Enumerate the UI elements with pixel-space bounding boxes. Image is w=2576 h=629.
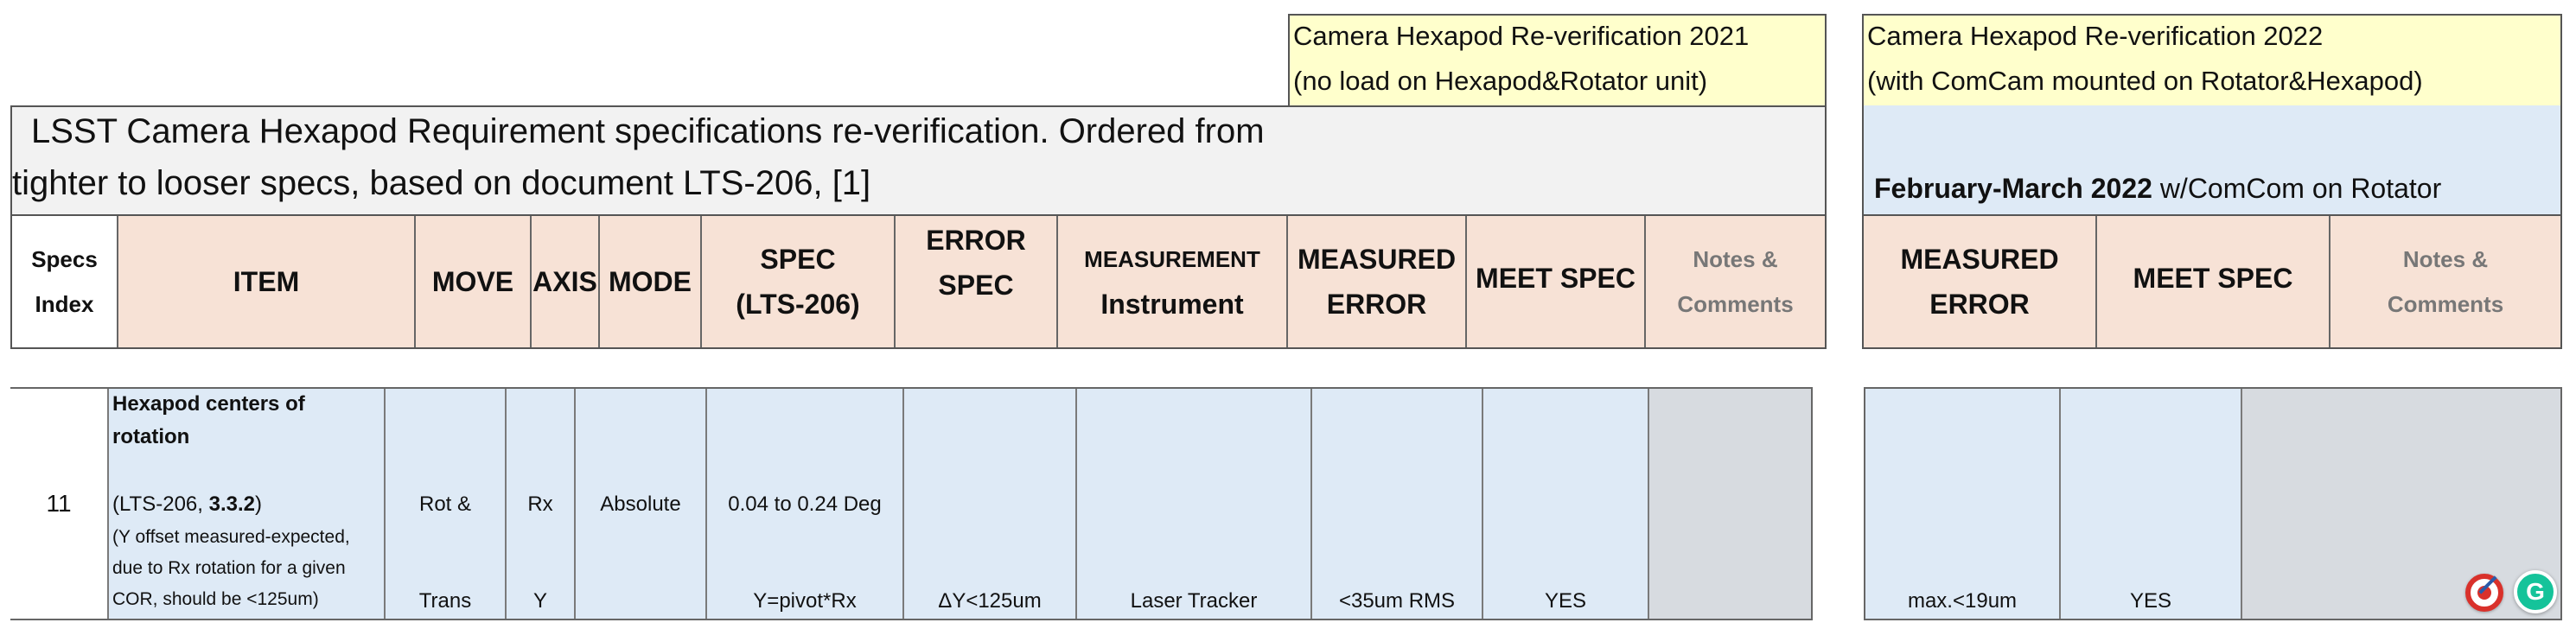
row-item-ref-pre: (LTS-206, [112, 492, 209, 516]
main-title: LSST Camera Hexapod Requirement specific… [10, 105, 1827, 216]
header-mode: MODE [600, 216, 702, 347]
header-move: MOVE [416, 216, 532, 347]
header-spec-l2: (LTS-206) [736, 289, 860, 320]
row-meet-spec-2021: YES [1483, 389, 1649, 619]
header-error-spec-l1: ERROR [926, 225, 1026, 256]
row-move-1: Rot & [418, 492, 472, 516]
header-notes-2021-l2: Comments [1677, 291, 1794, 317]
date-banner-bold: February-March 2022 [1874, 173, 2152, 204]
row-axis: Rx Y [507, 389, 576, 619]
row-item-title-2: rotation [112, 425, 190, 448]
row-mode-text: Absolute [600, 492, 681, 516]
header-axis: AXIS [532, 216, 600, 347]
group-2022-line2: (with ComCam mounted on Rotator&Hexapod) [1867, 66, 2423, 96]
header-notes-2022-l2: Comments [2387, 291, 2504, 317]
row-item-ref: (LTS-206, 3.3.2) [112, 492, 262, 517]
header-specs-index: Specs Index [12, 216, 118, 347]
row-instrument-text: Laser Tracker [1130, 589, 1258, 613]
row-item-ref-post: ) [255, 492, 262, 516]
group-2022-line1: Camera Hexapod Re-verification 2022 [1867, 21, 2324, 51]
row-notes-2021 [1649, 389, 1811, 619]
row-spec: 0.04 to 0.24 Deg Y=pivot*Rx [707, 389, 904, 619]
row-item-note-1: (Y offset measured-expected, [112, 527, 350, 547]
row-move-2: Trans [418, 589, 472, 613]
row-item-title-1: Hexapod centers of [112, 392, 305, 416]
row-meet-spec-2022: YES [2061, 389, 2242, 619]
row-item-ref-bold: 3.3.2 [208, 492, 255, 516]
row-index: 11 [10, 389, 109, 619]
header-notes-2021-l1: Notes & [1693, 246, 1778, 272]
header-measured-error-2021-l1: MEASURED [1297, 244, 1457, 275]
row-measured-error-2022: max.<19um [1865, 389, 2061, 619]
header-meet-spec-2021: MEET SPEC [1467, 216, 1646, 347]
header-measured-error-2021: MEASURED ERROR [1288, 216, 1467, 347]
row-instrument: Laser Tracker [1077, 389, 1312, 619]
row-measured-error-2021: <35um RMS [1312, 389, 1483, 619]
header-measured-error-2021-l2: ERROR [1326, 289, 1427, 320]
header-error-spec-l2: SPEC [938, 270, 1014, 301]
date-banner: February-March 2022 w/ComCom on Rotator [1862, 105, 2562, 216]
row-item-note-3: COR, should be <125um) [112, 589, 319, 609]
header-error-spec: ERROR SPEC [896, 216, 1058, 347]
row-move: Rot & Trans [386, 389, 507, 619]
group-2021-line1: Camera Hexapod Re-verification 2021 [1293, 21, 1750, 51]
row-axis-2: Y [532, 589, 547, 613]
row-error-spec: ΔY<125um [904, 389, 1077, 619]
row-spec-2: Y=pivot*Rx [753, 589, 857, 613]
header-measurement-l1: MEASUREMENT [1084, 246, 1260, 272]
date-banner-text: February-March 2022 w/ComCom on Rotator [1874, 173, 2441, 205]
header-spec-l1: SPEC [760, 244, 836, 275]
target-icon[interactable] [2465, 574, 2503, 612]
grammarly-icon[interactable]: G [2514, 570, 2557, 613]
header-notes-2022: Notes & Comments [2331, 216, 2560, 347]
header-measurement: MEASUREMENT Instrument [1058, 216, 1288, 347]
row-measured-error-2021-text: <35um RMS [1338, 589, 1456, 613]
header-notes-2021: Notes & Comments [1646, 216, 1825, 347]
header-specs-index-l1: Specs [31, 246, 98, 272]
row-meet-spec-2021-text: YES [1544, 589, 1587, 613]
header-measured-error-2022-l1: MEASURED [1900, 244, 2059, 275]
main-title-line1: LSST Camera Hexapod Requirement specific… [31, 112, 1265, 150]
header-measured-error-2022: MEASURED ERROR [1864, 216, 2097, 347]
date-banner-rest: w/ComCom on Rotator [2152, 173, 2442, 204]
row-axis-1: Rx [527, 492, 553, 516]
header-spec: SPEC (LTS-206) [702, 216, 896, 347]
row-notes-2022 [2242, 389, 2560, 619]
header-measurement-l2: Instrument [1100, 289, 1244, 320]
row-mode: Absolute [576, 389, 707, 619]
header-measured-error-2022-l2: ERROR [1929, 289, 2030, 320]
table-row-2021: 11 Hexapod centers of rotation (LTS-206,… [10, 387, 1813, 620]
group-2021-line2: (no load on Hexapod&Rotator unit) [1293, 66, 1708, 96]
row-item: Hexapod centers of rotation (LTS-206, 3.… [109, 389, 386, 619]
row-meet-spec-2022-text: YES [2129, 589, 2172, 613]
header-notes-2022-l1: Notes & [2402, 246, 2489, 272]
row-item-note-2: due to Rx rotation for a given [112, 558, 346, 578]
row-error-spec-text: ΔY<125um [938, 589, 1042, 613]
table-row-2022: max.<19um YES [1864, 387, 2562, 620]
row-spec-1: 0.04 to 0.24 Deg [728, 492, 882, 516]
row-measured-error-2022-text: max.<19um [1907, 589, 2018, 613]
header-specs-index-l2: Index [35, 291, 94, 317]
header-row-2021: Specs Index ITEM MOVE AXIS MODE SPEC (LTS-… [10, 214, 1827, 349]
header-item: ITEM [118, 216, 416, 347]
main-title-line2: tighter to looser specs, based on docume… [12, 164, 871, 202]
header-row-2022: MEASURED ERROR MEET SPEC Notes & Comments [1862, 214, 2562, 349]
group-2022-header: Camera Hexapod Re-verification 2022 (wit… [1862, 14, 2562, 107]
group-2021-header: Camera Hexapod Re-verification 2021 (no … [1288, 14, 1827, 107]
header-meet-spec-2022: MEET SPEC [2097, 216, 2331, 347]
